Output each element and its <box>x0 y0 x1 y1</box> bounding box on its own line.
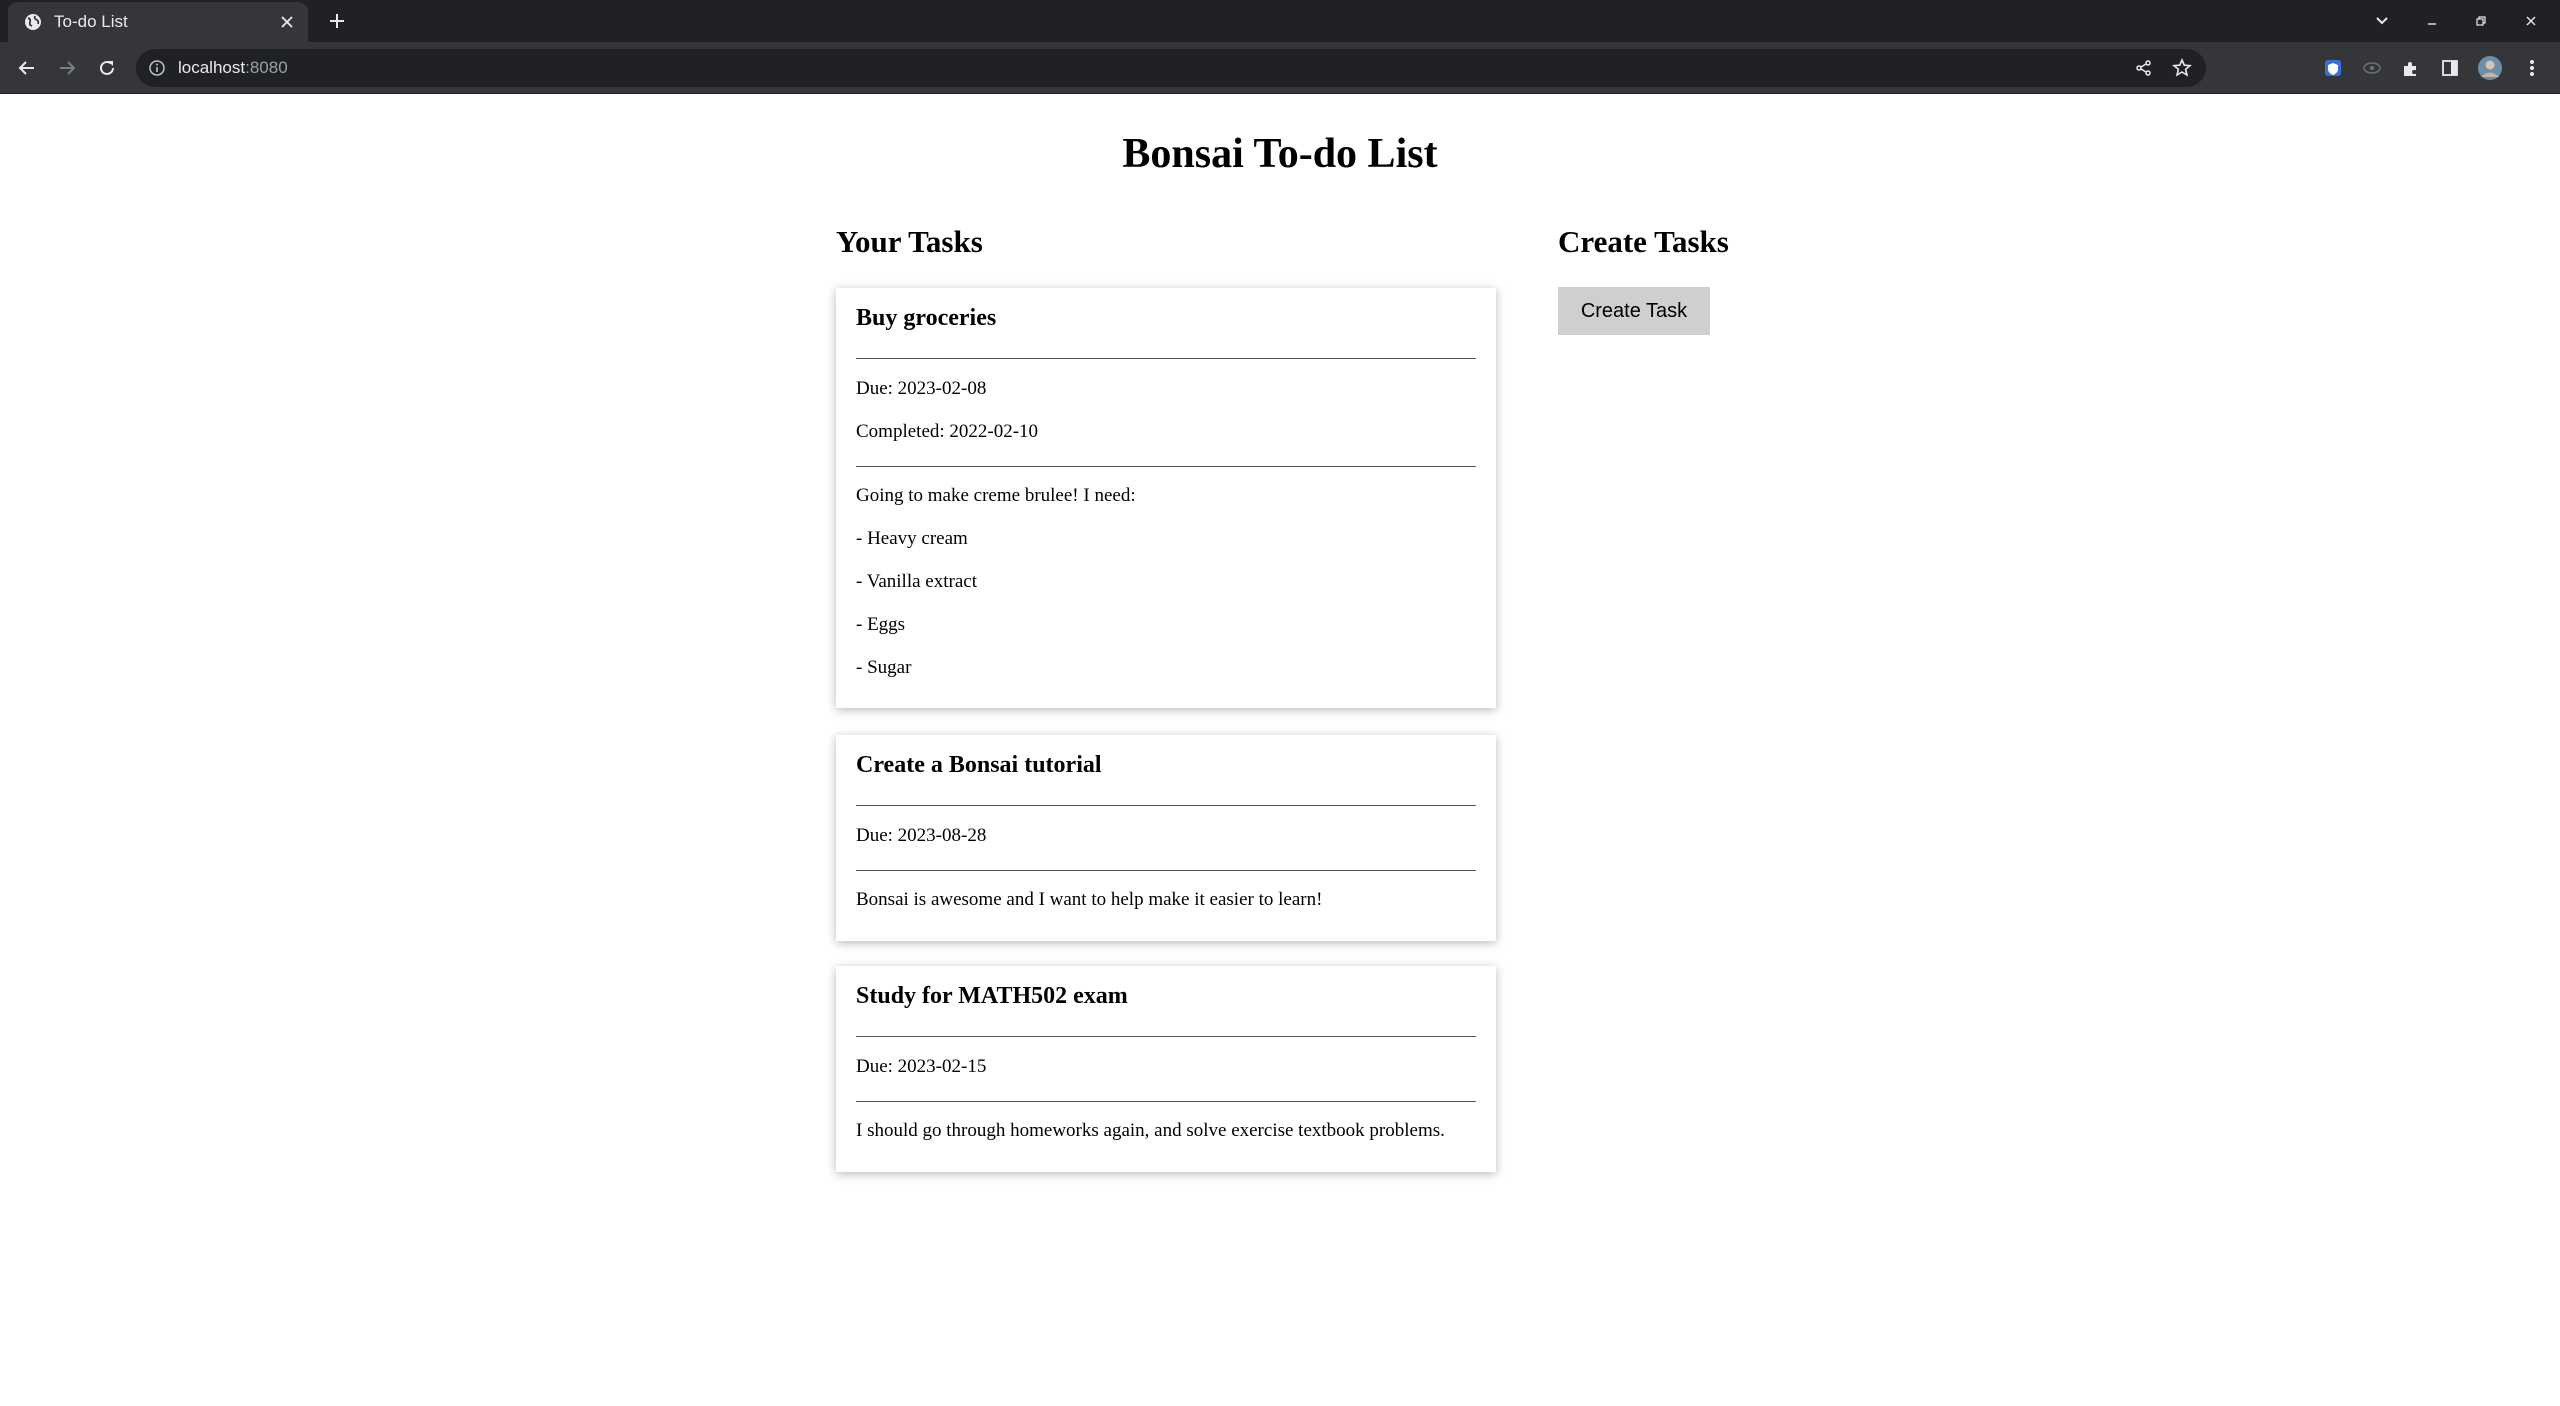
task-due: Due: 2023-02-08 <box>856 378 987 399</box>
window-close-icon[interactable] <box>2520 10 2542 32</box>
password-manager-icon[interactable] <box>2320 55 2346 81</box>
divider <box>856 1036 1476 1037</box>
address-bar[interactable]: localhost:8080 <box>136 49 2206 87</box>
create-task-button[interactable]: Create Task <box>1558 287 1710 335</box>
url-host: localhost <box>178 58 246 77</box>
task-title: Study for MATH502 exam <box>856 983 1128 1009</box>
task-description-line: - Heavy cream <box>856 528 968 549</box>
arrow-left-icon[interactable] <box>14 55 40 81</box>
url-text: localhost:8080 <box>178 58 288 78</box>
minimize-icon[interactable] <box>2421 10 2443 32</box>
plus-icon[interactable] <box>325 9 349 33</box>
task-completed: Completed: 2022-02-10 <box>856 421 1039 442</box>
eye-extension-icon[interactable] <box>2359 55 2385 81</box>
avatar[interactable] <box>2477 55 2503 81</box>
browser-toolbar: localhost:8080 <box>0 42 2560 94</box>
task-due: Due: 2023-02-15 <box>856 1056 987 1077</box>
page-content: Bonsai To-do List Your Tasks Create Task… <box>0 94 2560 1406</box>
info-icon[interactable] <box>148 59 166 77</box>
divider <box>856 466 1476 467</box>
divider <box>856 870 1476 871</box>
chevron-down-icon[interactable] <box>2371 10 2393 32</box>
kebab-menu-icon[interactable] <box>2519 55 2545 81</box>
task-card: Buy groceries Due: 2023-02-08 Completed:… <box>836 288 1496 708</box>
restore-icon[interactable] <box>2470 10 2492 32</box>
task-title: Buy groceries <box>856 305 997 331</box>
puzzle-icon[interactable] <box>2398 55 2424 81</box>
divider <box>856 358 1476 359</box>
create-tasks-heading: Create Tasks <box>1558 224 1729 259</box>
task-card: Study for MATH502 exam Due: 2023-02-15 I… <box>836 966 1496 1172</box>
browser-tab[interactable]: To-do List <box>8 2 308 42</box>
divider <box>856 805 1476 806</box>
share-icon[interactable] <box>2132 56 2156 80</box>
task-due: Due: 2023-08-28 <box>856 825 987 846</box>
tasks-heading: Your Tasks <box>836 224 983 259</box>
star-icon[interactable] <box>2170 56 2194 80</box>
url-port: :8080 <box>245 58 288 77</box>
task-description-line: - Eggs <box>856 614 906 635</box>
task-description-line: Bonsai is awesome and I want to help mak… <box>856 889 1323 910</box>
divider <box>856 1101 1476 1102</box>
globe-icon <box>24 13 42 31</box>
close-icon[interactable] <box>276 11 298 33</box>
side-panel-icon[interactable] <box>2437 55 2463 81</box>
task-description-line: - Sugar <box>856 657 912 678</box>
task-card: Create a Bonsai tutorial Due: 2023-08-28… <box>836 735 1496 941</box>
browser-tabstrip: To-do List <box>0 0 2560 42</box>
tab-title: To-do List <box>54 12 128 31</box>
task-description-line: Going to make creme brulee! I need: <box>856 485 1136 506</box>
page-title: Bonsai To-do List <box>1122 131 1438 177</box>
reload-icon[interactable] <box>94 55 120 81</box>
task-description-line: I should go through homeworks again, and… <box>856 1120 1445 1141</box>
task-description-line: - Vanilla extract <box>856 571 977 592</box>
arrow-right-icon[interactable] <box>54 55 80 81</box>
task-title: Create a Bonsai tutorial <box>856 752 1102 778</box>
